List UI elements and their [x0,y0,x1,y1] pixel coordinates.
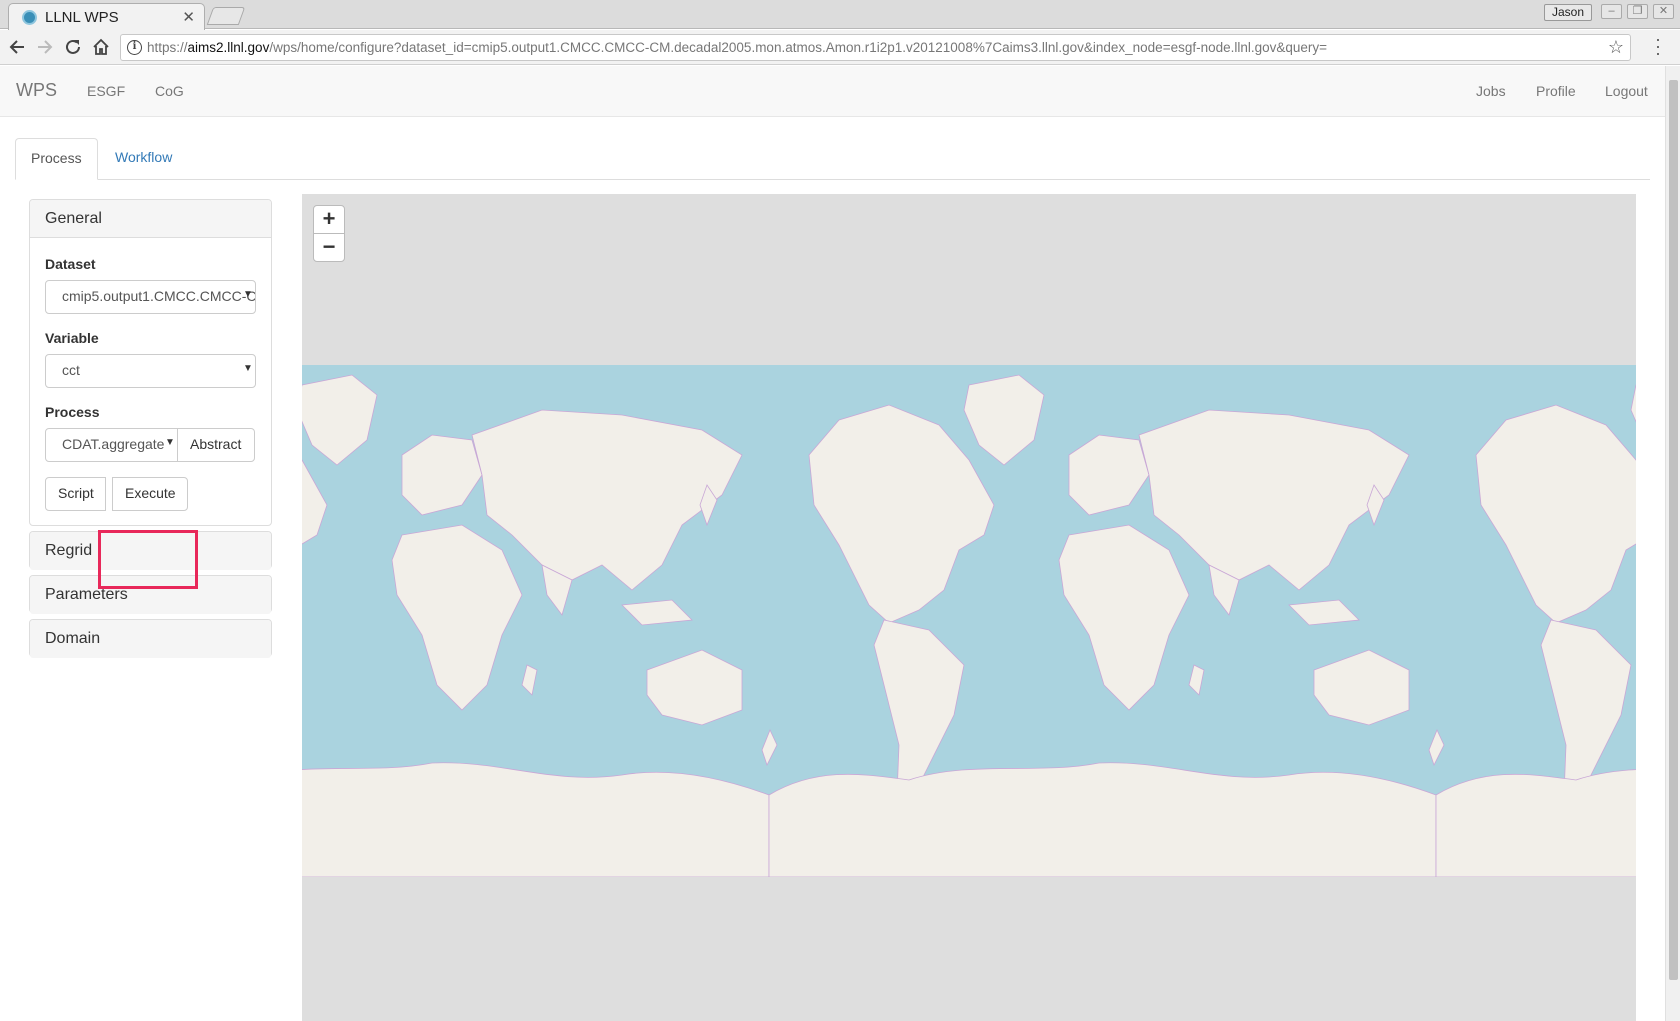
execute-button[interactable]: Execute [112,477,188,511]
variable-select-value: cct [62,362,80,378]
reload-icon[interactable] [60,34,86,60]
window-close-icon[interactable]: ✕ [1653,4,1674,19]
tab-workflow[interactable]: Workflow [100,138,187,180]
browser-menu-icon[interactable]: · · · [1655,30,1661,62]
page: WPS ESGF CoG Jobs Profile Logout Process… [0,66,1665,1021]
dataset-select-value: cmip5.output1.CMCC.CMCC-CM.decadal2005.m… [62,288,256,304]
dataset-select[interactable]: cmip5.output1.CMCC.CMCC-CM.decadal2005.m… [45,280,256,314]
dataset-chevron-down-icon: ▼ [243,289,253,300]
variable-select[interactable]: cct [45,354,256,388]
nav-link-esgf[interactable]: ESGF [87,83,125,99]
execute-highlight-box [98,530,198,589]
domain-panel: Domain [29,619,272,658]
browser-toolbar: i https://aims2.llnl.gov/wps/home/config… [0,30,1680,65]
maximize-icon[interactable]: ❐ [1627,4,1648,19]
dataset-label: Dataset [45,256,96,272]
variable-label: Variable [45,330,99,346]
close-tab-icon[interactable]: ✕ [182,8,195,26]
page-scrollbar[interactable] [1665,66,1680,1021]
tab-title: LLNL WPS [45,9,119,26]
zoom-out-button[interactable]: − [313,233,345,262]
brand-link[interactable]: WPS [16,80,57,101]
bookmark-star-icon[interactable]: ☆ [1608,37,1624,58]
variable-chevron-down-icon: ▼ [243,363,253,374]
abstract-button[interactable]: Abstract [177,428,255,462]
nav-link-jobs[interactable]: Jobs [1476,83,1506,99]
main-tabs: Process Workflow [15,138,1650,180]
address-bar[interactable]: i https://aims2.llnl.gov/wps/home/config… [120,34,1631,61]
profile-badge[interactable]: Jason [1544,4,1592,21]
browser-titlebar: LLNL WPS ✕ Jason – ❐ ✕ [0,0,1680,30]
domain-panel-heading[interactable]: Domain [30,620,271,658]
map-viewport[interactable]: + − [302,194,1636,1021]
info-icon[interactable]: i [127,40,142,55]
nav-link-profile[interactable]: Profile [1536,83,1576,99]
nav-link-cog[interactable]: CoG [155,83,184,99]
world-map [302,365,1636,877]
scrollbar-thumb[interactable] [1669,80,1678,980]
general-panel-heading[interactable]: General [30,200,271,238]
favicon-icon [22,10,37,25]
browser-tab[interactable]: LLNL WPS ✕ [8,3,205,30]
process-select-value: CDAT.aggregate [62,436,165,452]
process-chevron-down-icon: ▼ [165,437,175,448]
zoom-in-button[interactable]: + [313,205,345,234]
script-button[interactable]: Script [45,477,106,511]
nav-link-logout[interactable]: Logout [1605,83,1648,99]
minimize-icon[interactable]: – [1601,4,1622,19]
process-label: Process [45,404,100,420]
new-tab-button[interactable] [206,7,246,25]
tab-process[interactable]: Process [15,138,98,180]
url-text: https://aims2.llnl.gov/wps/home/configur… [147,40,1328,55]
process-select[interactable]: CDAT.aggregate [45,428,178,462]
home-icon[interactable] [88,34,114,60]
back-arrow-icon[interactable] [4,34,30,60]
forward-arrow-icon[interactable] [32,34,58,60]
general-panel: General Dataset cmip5.output1.CMCC.CMCC-… [29,199,272,526]
top-navbar: WPS ESGF CoG Jobs Profile Logout [0,66,1665,117]
